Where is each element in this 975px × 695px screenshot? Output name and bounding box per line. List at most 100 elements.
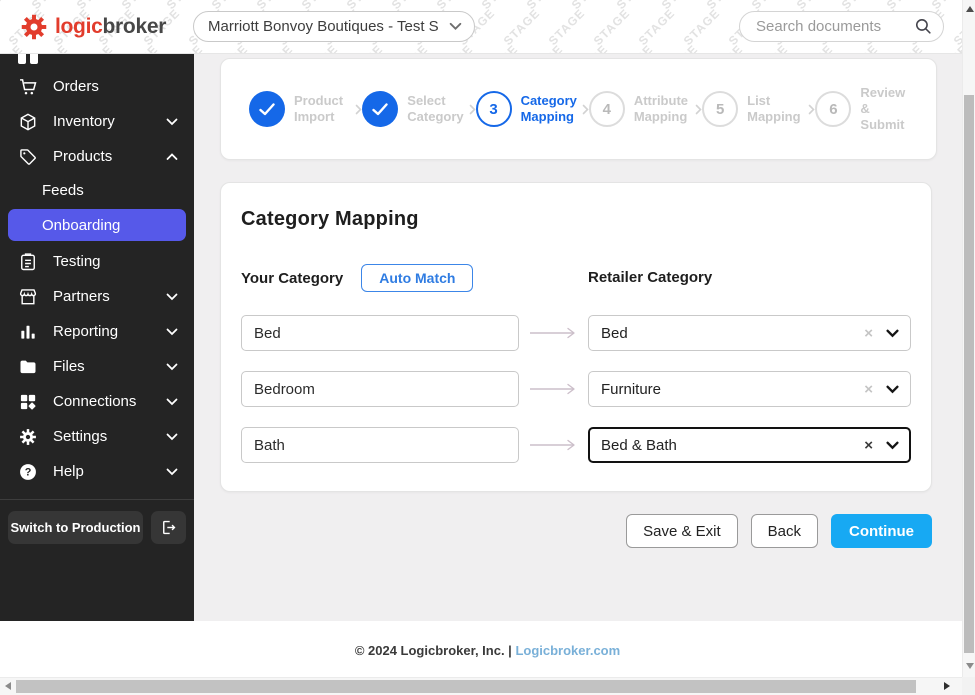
horizontal-scroll-thumb[interactable]: [16, 680, 916, 693]
step-select-category[interactable]: Select Category: [362, 91, 468, 127]
wizard-actions: Save & Exit Back Continue: [220, 514, 932, 548]
search-icon[interactable]: [914, 17, 933, 36]
step-number: 6: [815, 91, 851, 127]
your-category-input[interactable]: [241, 371, 519, 407]
blocks-icon: [18, 392, 38, 412]
auto-match-button[interactable]: Auto Match: [361, 264, 473, 292]
chevron-down-icon[interactable]: [886, 385, 899, 394]
step-review-submit[interactable]: 6 Review & Submit: [815, 85, 908, 134]
logo-text: logicbroker: [55, 15, 166, 39]
copyright-text: © 2024 Logicbroker, Inc. |: [355, 643, 512, 658]
sidebar-item-reporting[interactable]: Reporting: [0, 314, 194, 349]
logout-button[interactable]: [151, 511, 186, 544]
sidebar-item-label: Reporting: [53, 323, 118, 340]
chevron-down-icon: [166, 433, 178, 441]
sidebar-item-files[interactable]: Files: [0, 349, 194, 384]
clear-icon[interactable]: ×: [864, 437, 873, 454]
sidebar-item-settings[interactable]: Settings: [0, 419, 194, 454]
save-exit-button[interactable]: Save & Exit: [626, 514, 738, 548]
sidebar-item-label: Testing: [53, 253, 101, 270]
clear-icon[interactable]: ×: [864, 325, 873, 342]
chevron-right-icon: [355, 104, 362, 115]
logout-icon: [159, 518, 178, 537]
chevron-down-icon: [166, 293, 178, 301]
search-box[interactable]: [739, 11, 944, 42]
continue-button[interactable]: Continue: [831, 514, 932, 548]
sidebar-item-label: Connections: [53, 393, 136, 410]
step-number: 5: [702, 91, 738, 127]
sidebar-item-partners[interactable]: Partners: [0, 279, 194, 314]
clipboard-icon: [18, 252, 38, 272]
chevron-down-icon: [166, 363, 178, 371]
retailer-category-select[interactable]: Bed & Bath ×: [588, 427, 911, 463]
svg-text:?: ?: [25, 466, 32, 478]
sidebar-item-connections[interactable]: Connections: [0, 384, 194, 419]
scroll-down-arrow[interactable]: [966, 663, 974, 669]
sidebar-item-orders[interactable]: Orders: [0, 69, 194, 104]
logicbroker-logo[interactable]: logicbroker: [20, 13, 166, 41]
chevron-up-icon: [166, 153, 178, 161]
chevron-down-icon[interactable]: [886, 329, 899, 338]
tag-icon: [18, 147, 38, 167]
sidebar-item-label: Files: [53, 358, 85, 375]
arrow-right-icon: [528, 439, 580, 451]
mapping-row: Bed & Bath ×: [241, 427, 911, 463]
scroll-left-arrow[interactable]: [5, 682, 11, 690]
chevron-down-icon: [166, 468, 178, 476]
sidebar-item-testing[interactable]: Testing: [0, 244, 194, 279]
sidebar-footer: Switch to Production: [0, 499, 194, 544]
chevron-down-icon: [449, 22, 462, 31]
sidebar-item-feeds[interactable]: Feeds: [0, 174, 194, 206]
logicbroker-link[interactable]: Logicbroker.com: [515, 643, 620, 658]
sidebar-item-onboarding[interactable]: Onboarding: [8, 209, 186, 241]
chevron-down-icon: [166, 118, 178, 126]
search-input[interactable]: [756, 18, 914, 35]
sidebar-item-products[interactable]: Products: [0, 139, 194, 174]
step-product-import[interactable]: Product Import: [249, 91, 355, 127]
sidebar-item-help[interactable]: ? Help: [0, 454, 194, 489]
vertical-scroll-thumb[interactable]: [964, 95, 974, 653]
mapping-row: Furniture ×: [241, 371, 911, 407]
sidebar-item-inventory[interactable]: Inventory: [0, 104, 194, 139]
organization-selector[interactable]: Marriott Bonvoy Boutiques - Test S: [193, 11, 475, 42]
your-category-input[interactable]: [241, 427, 519, 463]
vertical-scrollbar[interactable]: [962, 0, 975, 677]
dashboard-grid-icon[interactable]: [0, 54, 194, 65]
chevron-right-icon: [695, 104, 702, 115]
chevron-down-icon[interactable]: [886, 441, 899, 450]
retailer-category-select[interactable]: Bed ×: [588, 315, 911, 351]
step-label: List Mapping: [747, 93, 808, 126]
category-mapping-card: Category Mapping Your Category Auto Matc…: [220, 182, 932, 492]
your-category-label: Your Category: [241, 270, 343, 287]
retailer-category-select[interactable]: Furniture ×: [588, 371, 911, 407]
sidebar-item-label: Onboarding: [42, 217, 120, 234]
chevron-right-icon: [582, 104, 589, 115]
step-label: Select Category: [407, 93, 468, 126]
back-button[interactable]: Back: [751, 514, 818, 548]
help-icon: ?: [18, 462, 38, 482]
arrow-right-icon: [528, 327, 580, 339]
step-category-mapping[interactable]: 3 Category Mapping: [476, 91, 582, 127]
select-value: Furniture: [601, 381, 864, 398]
scrollbar-corner: [962, 677, 975, 695]
chevron-down-icon: [166, 328, 178, 336]
step-check-icon: [249, 91, 285, 127]
your-category-input[interactable]: [241, 315, 519, 351]
step-check-icon: [362, 91, 398, 127]
switch-to-production-button[interactable]: Switch to Production: [8, 511, 143, 544]
folder-icon: [18, 357, 38, 377]
scroll-right-arrow[interactable]: [944, 682, 950, 690]
chevron-down-icon: [166, 398, 178, 406]
step-list-mapping[interactable]: 5 List Mapping: [702, 91, 808, 127]
main-content: Product Import Select Category 3 Categor…: [194, 54, 962, 621]
sidebar-item-label: Orders: [53, 78, 99, 95]
onboarding-stepper: Product Import Select Category 3 Categor…: [220, 58, 937, 160]
step-attribute-mapping[interactable]: 4 Attribute Mapping: [589, 91, 695, 127]
chevron-right-icon: [469, 104, 476, 115]
clear-icon[interactable]: ×: [864, 381, 873, 398]
step-label: Product Import: [294, 93, 355, 126]
scroll-up-arrow[interactable]: [966, 6, 974, 12]
step-number: 3: [476, 91, 512, 127]
horizontal-scrollbar[interactable]: [0, 677, 962, 695]
select-value: Bed: [601, 325, 864, 342]
